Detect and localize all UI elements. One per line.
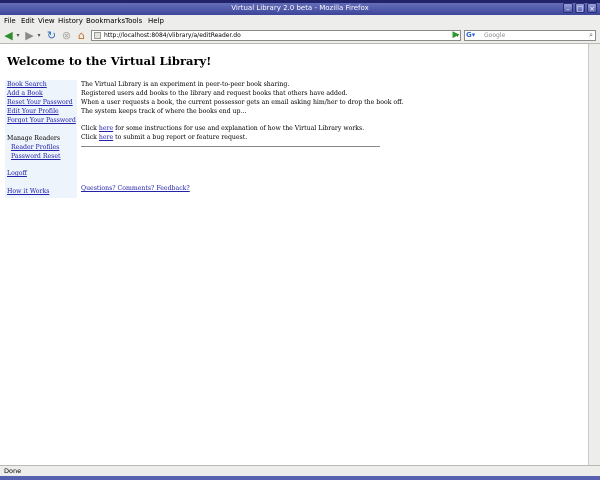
- sidebar-manage-readers-heading: Manage Readers: [7, 135, 61, 142]
- menu-edit[interactable]: Edit: [21, 17, 35, 25]
- instructions-text: for some instructions for use and explan…: [115, 125, 365, 132]
- sidebar-item-forgot-password[interactable]: Forgot Your Password: [7, 117, 76, 124]
- click-label: Click: [81, 125, 97, 132]
- stop-icon[interactable]: ⊗: [60, 29, 73, 42]
- intro-line: The Virtual Library is an experiment in …: [81, 81, 290, 88]
- menu-view[interactable]: View: [38, 17, 55, 25]
- content-divider: [81, 146, 380, 147]
- menu-history[interactable]: History: [58, 17, 83, 25]
- page-favicon-icon: [94, 32, 101, 39]
- sidebar-item-add-book[interactable]: Add a Book: [7, 90, 43, 97]
- bug-report-here-link[interactable]: here: [99, 134, 113, 141]
- menu-help[interactable]: Help: [148, 17, 164, 25]
- instructions-here-link[interactable]: here: [99, 125, 113, 132]
- back-dropdown-icon[interactable]: ▾: [15, 29, 21, 42]
- feedback-link[interactable]: Questions? Comments? Feedback?: [81, 185, 190, 192]
- forward-dropdown-icon[interactable]: ▾: [36, 29, 42, 42]
- go-icon[interactable]: ▶: [451, 30, 461, 41]
- back-icon[interactable]: ◀: [2, 29, 15, 42]
- home-icon[interactable]: ⌂: [75, 29, 88, 42]
- taskbar-strip: [0, 476, 600, 480]
- maximize-icon[interactable]: □: [575, 3, 585, 13]
- menu-tools[interactable]: Tools: [125, 17, 142, 25]
- window-titlebar: Virtual Library 2.0 beta - Mozilla Firef…: [0, 0, 600, 15]
- url-text: http://localhost:8084/vlibrary/a/editRea…: [104, 32, 241, 39]
- status-text: Done: [4, 467, 22, 475]
- reload-icon[interactable]: ↻: [45, 29, 58, 42]
- search-placeholder: Google: [484, 32, 506, 39]
- close-icon[interactable]: ×: [587, 3, 597, 13]
- sidebar-item-reader-profiles[interactable]: Reader Profiles: [11, 144, 59, 151]
- search-input[interactable]: G▾ Google ⌕: [464, 30, 596, 41]
- instructions-line: Click here for some instructions for use…: [81, 125, 364, 132]
- navigation-toolbar: ◀ ▾ ▶ ▾ ↻ ⊗ ⌂ http://localhost:8084/vlib…: [0, 27, 600, 44]
- intro-line: Registered users add books to the librar…: [81, 90, 348, 97]
- menu-bar: File Edit View History Bookmarks Tools H…: [0, 15, 600, 27]
- intro-line: The system keeps track of where the book…: [81, 108, 247, 115]
- menu-file[interactable]: File: [4, 17, 16, 25]
- menu-bookmarks[interactable]: Bookmarks: [86, 17, 125, 25]
- minimize-icon[interactable]: –: [563, 3, 573, 13]
- sidebar-item-logoff[interactable]: Logoff: [7, 170, 27, 177]
- search-icon[interactable]: ⌕: [589, 31, 593, 40]
- vertical-scrollbar[interactable]: [588, 44, 600, 465]
- window-title: Virtual Library 2.0 beta - Mozilla Firef…: [231, 4, 369, 12]
- forward-icon[interactable]: ▶: [23, 29, 36, 42]
- click-label: Click: [81, 134, 97, 141]
- sidebar-item-reset-password[interactable]: Reset Your Password: [7, 99, 73, 106]
- url-field[interactable]: http://localhost:8084/vlibrary/a/editRea…: [91, 30, 461, 41]
- sidebar-item-edit-profile[interactable]: Edit Your Profile: [7, 108, 59, 115]
- sidebar-item-how-it-works[interactable]: How it Works: [7, 188, 49, 195]
- window-controls: – □ ×: [563, 3, 597, 13]
- status-bar: Done: [0, 465, 600, 476]
- sidebar: Book Search Add a Book Reset Your Passwo…: [5, 80, 77, 198]
- sidebar-item-password-reset[interactable]: Password Reset: [11, 153, 60, 160]
- bug-report-text: to submit a bug report or feature reques…: [115, 134, 248, 141]
- page-title: Welcome to the Virtual Library!: [7, 54, 212, 68]
- page-content: Welcome to the Virtual Library! Book Sea…: [0, 44, 600, 465]
- search-engine-icon[interactable]: G▾: [466, 31, 481, 40]
- bug-report-line: Click here to submit a bug report or fea…: [81, 134, 247, 141]
- sidebar-item-book-search[interactable]: Book Search: [7, 81, 47, 88]
- titlebar-top-strip: [0, 0, 600, 3]
- intro-line: When a user requests a book, the current…: [81, 99, 404, 106]
